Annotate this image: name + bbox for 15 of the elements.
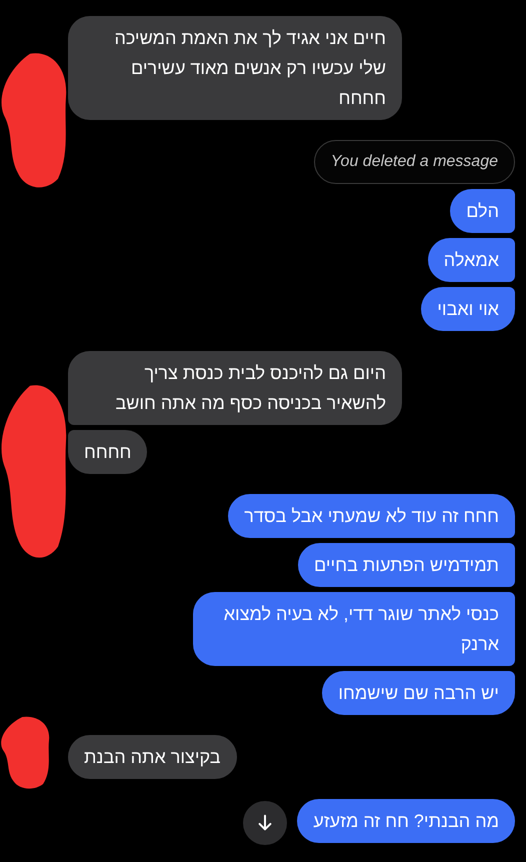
message-bubble: כנסי לאתר שוגר דדי, לא בעיה למצוא ארנק <box>193 592 515 666</box>
message-bubble: אמאלה <box>428 238 515 282</box>
message-bubble: יש הרבה שם שישמחו <box>322 671 515 715</box>
message-bubble: היום גם להיכנס לבית כנסת צריך להשאיר בכניסה כסף מה אתה חושב <box>68 351 402 425</box>
scroll-down-button[interactable] <box>243 801 288 845</box>
message-bubble: אוי ואבוי <box>421 287 515 331</box>
message-bubble: חחח זה עוד לא שמעתי אבל בסדר <box>228 494 515 538</box>
arrow-down-icon <box>256 814 274 832</box>
deleted-message-notice: You deleted a message <box>314 140 515 184</box>
message-bubble: תמידמיש הפתעות בחיים <box>298 543 515 587</box>
message-bubble: הלם <box>450 189 515 233</box>
message-bubble: בקיצור אתה הבנת <box>68 735 237 779</box>
message-bubble: חיים אני אגיד לך את האמת המשיכה שלי עכשיו רק אנשים מאוד עשירים חחחח <box>68 16 402 120</box>
message-bubble: מה הבנתי? חח זה מזעזע <box>297 799 515 843</box>
message-bubble: חחחח <box>68 430 148 474</box>
